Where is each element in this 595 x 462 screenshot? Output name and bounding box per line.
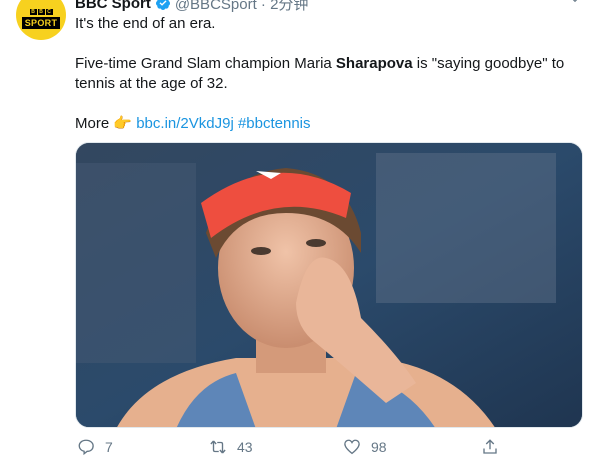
avatar[interactable]: BBC SPORT (16, 0, 66, 40)
retweet-count: 43 (237, 439, 253, 455)
pointing-hand-icon: 👉 (113, 115, 133, 132)
display-name[interactable]: BBC Sport (75, 0, 151, 12)
chevron-down-icon[interactable] (568, 0, 582, 6)
tweet-line-1: It's the end of an era. (75, 15, 216, 32)
heart-icon (344, 439, 360, 455)
reply-count: 7 (105, 439, 113, 455)
tweet-line-3: More 👉 bbc.in/2VkdJ9j #bbctennis (75, 114, 311, 134)
reply-icon (78, 439, 94, 456)
reply-action[interactable]: 7 (77, 438, 113, 456)
hashtag-link[interactable]: #bbctennis (238, 115, 311, 132)
tweet-link[interactable]: bbc.in/2VkdJ9j (136, 115, 234, 132)
more-label: More (75, 115, 110, 132)
bbc-logo-icon: BBC (29, 9, 53, 15)
share-action[interactable] (481, 438, 499, 456)
tweet-line-2: Five-time Grand Slam champion Maria Shar… (75, 55, 565, 92)
tweet-header: BBC Sport @BBCSport · 2分钟 (75, 0, 309, 14)
tweet-actions: 7 43 98 (75, 438, 585, 462)
verified-badge-icon (155, 0, 170, 10)
highlighted-name: Sharapova (335, 55, 413, 72)
share-icon (483, 439, 497, 454)
retweet-icon (210, 440, 226, 454)
retweet-action[interactable]: 43 (209, 438, 253, 456)
photo-image (76, 143, 582, 427)
avatar-sport-label: SPORT (21, 17, 61, 29)
like-action[interactable]: 98 (343, 438, 387, 456)
tweet-photo[interactable] (75, 142, 583, 428)
handle-and-time[interactable]: @BBCSport · 2分钟 (175, 0, 309, 14)
like-count: 98 (371, 439, 387, 455)
